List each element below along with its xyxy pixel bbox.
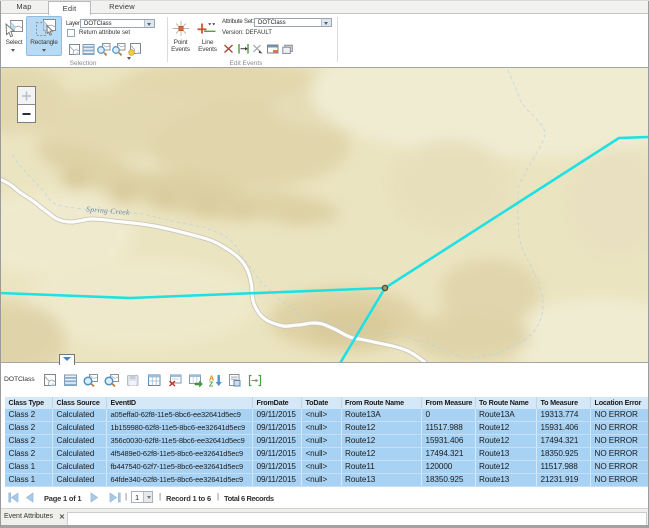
svg-text:Z: Z [209,382,214,388]
